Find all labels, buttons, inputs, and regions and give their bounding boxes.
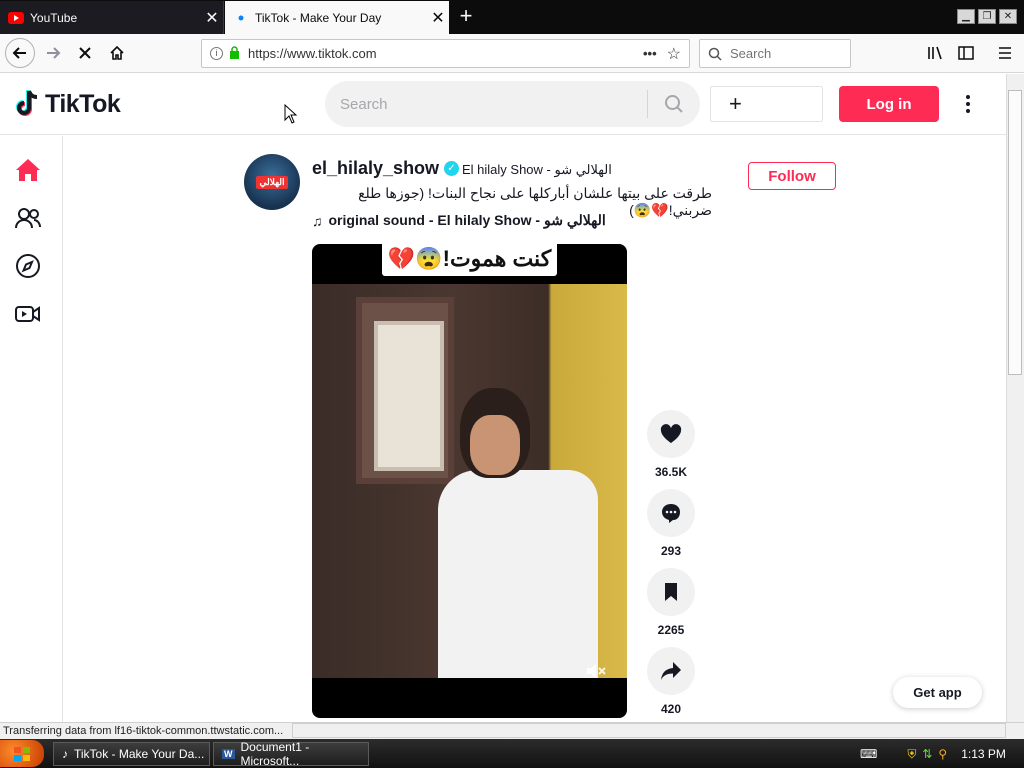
close-window-button[interactable]: ✕ <box>999 9 1017 24</box>
login-button[interactable]: Log in <box>839 86 939 122</box>
library-icon <box>928 46 942 60</box>
search-icon <box>708 47 722 61</box>
tiktok-logo[interactable]: TikTok <box>15 86 121 122</box>
taskbar-item-word[interactable]: W Document1 - Microsoft... <box>213 740 369 768</box>
taskbar-label: TikTok - Make Your Da... <box>74 747 205 761</box>
video-person-body <box>438 470 598 678</box>
mouse-cursor-icon <box>284 104 298 124</box>
video-door-panel <box>374 321 444 471</box>
post-sound[interactable]: ♫ original sound - El hilaly Show - الهل… <box>312 212 606 229</box>
more-options-icon[interactable] <box>958 90 978 118</box>
network-icon[interactable]: ⇅ <box>922 747 932 761</box>
live-video-icon[interactable] <box>14 300 42 328</box>
back-button[interactable] <box>5 38 35 68</box>
menu-button[interactable] <box>990 38 1020 68</box>
search-placeholder: Search <box>730 46 772 61</box>
share-count: 420 <box>660 702 682 716</box>
get-app-button[interactable]: Get app <box>893 677 982 708</box>
keyboard-icon[interactable]: ⌨ <box>860 747 877 761</box>
url-bar[interactable]: i https://www.tiktok.com ••• ☆ <box>201 39 690 68</box>
like-count: 36.5K <box>654 465 688 479</box>
clock[interactable]: 1:13 PM <box>961 747 1006 761</box>
tab-youtube[interactable]: YouTube ✕ <box>0 1 224 34</box>
explore-compass-icon[interactable] <box>14 252 42 280</box>
share-button[interactable] <box>647 647 695 695</box>
horizontal-scrollbar[interactable] <box>292 723 1006 738</box>
share-arrow-icon <box>661 662 681 680</box>
follow-button[interactable]: Follow <box>748 162 836 190</box>
windows-logo-icon <box>14 746 30 761</box>
vertical-scroll-thumb[interactable] <box>1008 90 1022 375</box>
system-tray: ⌨ ⛨ ⇅ ⚲ 1:13 PM <box>856 742 1024 766</box>
forward-button[interactable] <box>38 38 68 68</box>
search-icon[interactable] <box>648 94 700 114</box>
close-tab-icon[interactable]: ✕ <box>201 8 223 28</box>
tab-title: TikTok - Make Your Day <box>255 10 382 25</box>
taskbar-label: Document1 - Microsoft... <box>240 740 310 768</box>
avatar[interactable]: الهلالي <box>244 154 300 210</box>
sidebar-button[interactable] <box>951 38 981 68</box>
save-button[interactable] <box>647 568 695 616</box>
video-person-face <box>470 415 520 475</box>
tiktok-note-icon <box>16 90 38 116</box>
tiktok-search-input[interactable]: Search <box>325 81 700 127</box>
sound-label: original sound - El hilaly Show - الهلال… <box>328 212 606 228</box>
info-icon[interactable]: i <box>210 47 223 60</box>
tiktok-app-icon: ♪ <box>62 747 68 761</box>
browser-search-field[interactable]: Search <box>699 39 851 68</box>
tiktok-wordmark: TikTok <box>45 89 121 118</box>
new-tab-button[interactable]: + <box>454 4 478 28</box>
home-icon <box>110 45 124 60</box>
url-text: https://www.tiktok.com <box>248 46 377 61</box>
close-tab-icon[interactable]: ✕ <box>427 8 449 28</box>
post-username[interactable]: el_hilaly_show <box>312 158 439 179</box>
save-count: 2265 <box>657 623 685 637</box>
comment-icon <box>662 504 680 523</box>
stop-icon <box>79 47 91 59</box>
loading-dot-icon <box>233 10 249 26</box>
shield-icon[interactable]: ⛨ <box>907 747 916 762</box>
sidebar-icon <box>958 46 974 60</box>
tab-title: YouTube <box>30 10 78 25</box>
bookmark-star-icon[interactable]: ☆ <box>667 44 681 64</box>
home-button[interactable] <box>102 38 132 68</box>
plus-icon: + <box>729 91 742 116</box>
restore-button[interactable]: ❐ <box>978 9 996 24</box>
taskbar-item-browser[interactable]: ♪ TikTok - Make Your Da... <box>53 742 210 766</box>
verified-badge-icon: ✓ <box>444 161 459 176</box>
like-button[interactable] <box>647 410 695 458</box>
search-tray-icon[interactable]: ⚲ <box>938 747 947 761</box>
arrow-right-icon <box>47 47 61 59</box>
youtube-icon <box>8 10 24 26</box>
bookmark-icon <box>665 583 677 601</box>
comment-button[interactable] <box>647 489 695 537</box>
mute-icon[interactable] <box>584 660 608 682</box>
music-note-icon: ♫ <box>312 212 323 229</box>
video-text-banner: كنت هموت!😨💔 <box>382 241 557 276</box>
page-actions-icon[interactable]: ••• <box>643 46 657 61</box>
start-button[interactable] <box>0 740 44 767</box>
tab-tiktok[interactable]: TikTok - Make Your Day ✕ <box>225 1 449 34</box>
home-icon[interactable] <box>14 156 42 184</box>
upload-button[interactable]: + <box>710 86 823 122</box>
hamburger-icon <box>999 47 1011 59</box>
library-button[interactable] <box>920 38 950 68</box>
minimize-button[interactable]: ▁ <box>957 9 975 24</box>
word-icon: W <box>222 749 235 759</box>
lock-icon <box>229 45 240 62</box>
following-icon[interactable] <box>14 204 42 232</box>
arrow-left-icon <box>12 47 26 59</box>
avatar-tag: الهلالي <box>256 175 288 189</box>
comment-count: 293 <box>660 544 682 558</box>
stop-button[interactable] <box>70 38 100 68</box>
post-nickname: El hilaly Show - الهلالي شو <box>462 162 612 177</box>
heart-icon <box>660 424 682 443</box>
search-placeholder: Search <box>340 95 388 113</box>
